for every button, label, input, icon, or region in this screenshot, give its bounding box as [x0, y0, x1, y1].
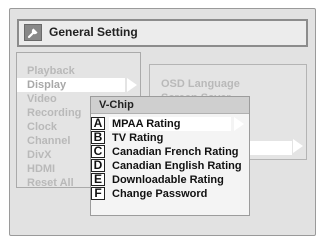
settings-screen: General Setting Playback Display Video R… [9, 8, 316, 236]
vchip-item-canadian-french-rating[interactable]: Canadian French Rating [112, 145, 239, 159]
left-menu-item-reset-all[interactable]: Reset All [27, 176, 74, 190]
vchip-item-downloadable-rating[interactable]: Downloadable Rating [112, 173, 224, 187]
header-bar: General Setting [17, 19, 308, 47]
left-menu-item-clock[interactable]: Clock [27, 120, 57, 134]
vchip-item-change-password[interactable]: Change Password [112, 187, 207, 201]
left-menu-item-video[interactable]: Video [27, 92, 57, 106]
vchip-popup: V-Chip A MPAA Rating B TV Rating C Canad… [90, 96, 250, 216]
right-arrow-icon [234, 117, 244, 131]
left-menu-item-divx[interactable]: DivX [27, 148, 51, 162]
submenu-item-osd-language[interactable]: OSD Language [161, 78, 240, 90]
letter-a-icon: A [91, 117, 105, 130]
left-menu-item-label: Display [27, 79, 67, 91]
letter-d-icon: D [91, 159, 105, 172]
letter-f-icon: F [91, 187, 105, 200]
wrench-icon [24, 24, 42, 41]
vchip-item-tv-rating[interactable]: TV Rating [112, 131, 163, 145]
letter-e-icon: E [91, 173, 105, 186]
left-menu-item-display[interactable]: Display [17, 78, 137, 92]
right-arrow-icon [293, 139, 303, 153]
right-arrow-icon [127, 78, 137, 92]
vchip-item-canadian-english-rating[interactable]: Canadian English Rating [112, 159, 242, 173]
popup-title: V-Chip [91, 97, 249, 114]
header-title: General Setting [49, 25, 138, 39]
left-menu-item-recording[interactable]: Recording [27, 106, 81, 120]
vchip-item-mpaa-rating[interactable]: MPAA Rating [109, 117, 231, 131]
left-menu-item-hdmi[interactable]: HDMI [27, 162, 55, 176]
left-menu-item-playback[interactable]: Playback [27, 64, 75, 78]
letter-c-icon: C [91, 145, 105, 158]
left-menu-item-channel[interactable]: Channel [27, 134, 70, 148]
letter-b-icon: B [91, 131, 105, 144]
